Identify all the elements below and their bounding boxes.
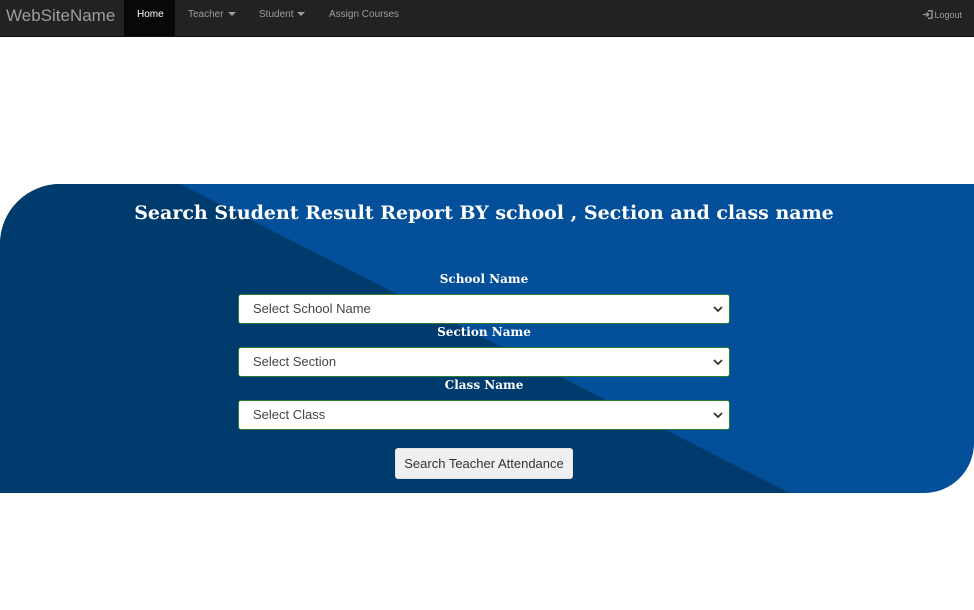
chevron-down-icon <box>713 306 723 313</box>
logout-link[interactable]: Logout <box>923 0 962 30</box>
school-name-select[interactable]: Select School Name <box>238 294 730 324</box>
nav-student[interactable]: Student <box>259 0 306 37</box>
chevron-down-icon <box>713 412 723 419</box>
school-name-selected: Select School Name <box>253 301 371 316</box>
section-name-label: Section Name <box>437 325 531 339</box>
search-button[interactable]: Search Teacher Attendance <box>395 448 573 479</box>
chevron-down-icon <box>713 359 723 366</box>
nav-assign-courses-label: Assign Courses <box>329 9 400 20</box>
school-name-label: School Name <box>439 272 529 286</box>
page-title: Search Student Result Report BY school ,… <box>134 202 834 224</box>
search-panel: Search Student Result Report BY school ,… <box>0 184 974 493</box>
section-select[interactable]: Select Section <box>238 347 730 377</box>
class-selected: Select Class <box>253 407 326 422</box>
top-navbar: WebSiteName Home Teacher Student Assign … <box>0 0 974 37</box>
class-select[interactable]: Select Class <box>238 400 730 430</box>
nav-teacher-label: Teacher <box>188 9 224 20</box>
caret-down-icon <box>297 12 306 17</box>
nav-teacher[interactable]: Teacher <box>188 0 236 37</box>
caret-down-icon <box>227 12 236 17</box>
nav-assign-courses[interactable]: Assign Courses <box>329 0 399 37</box>
class-name-label: Class Name <box>444 378 524 392</box>
nav-student-label: Student <box>259 9 294 20</box>
login-icon <box>923 10 934 19</box>
nav-home[interactable]: Home <box>124 0 175 37</box>
nav-home-label: Home <box>137 9 164 20</box>
brand-name[interactable]: WebSiteName <box>6 6 115 26</box>
section-selected: Select Section <box>253 354 337 369</box>
logout-label: Logout <box>934 10 962 20</box>
